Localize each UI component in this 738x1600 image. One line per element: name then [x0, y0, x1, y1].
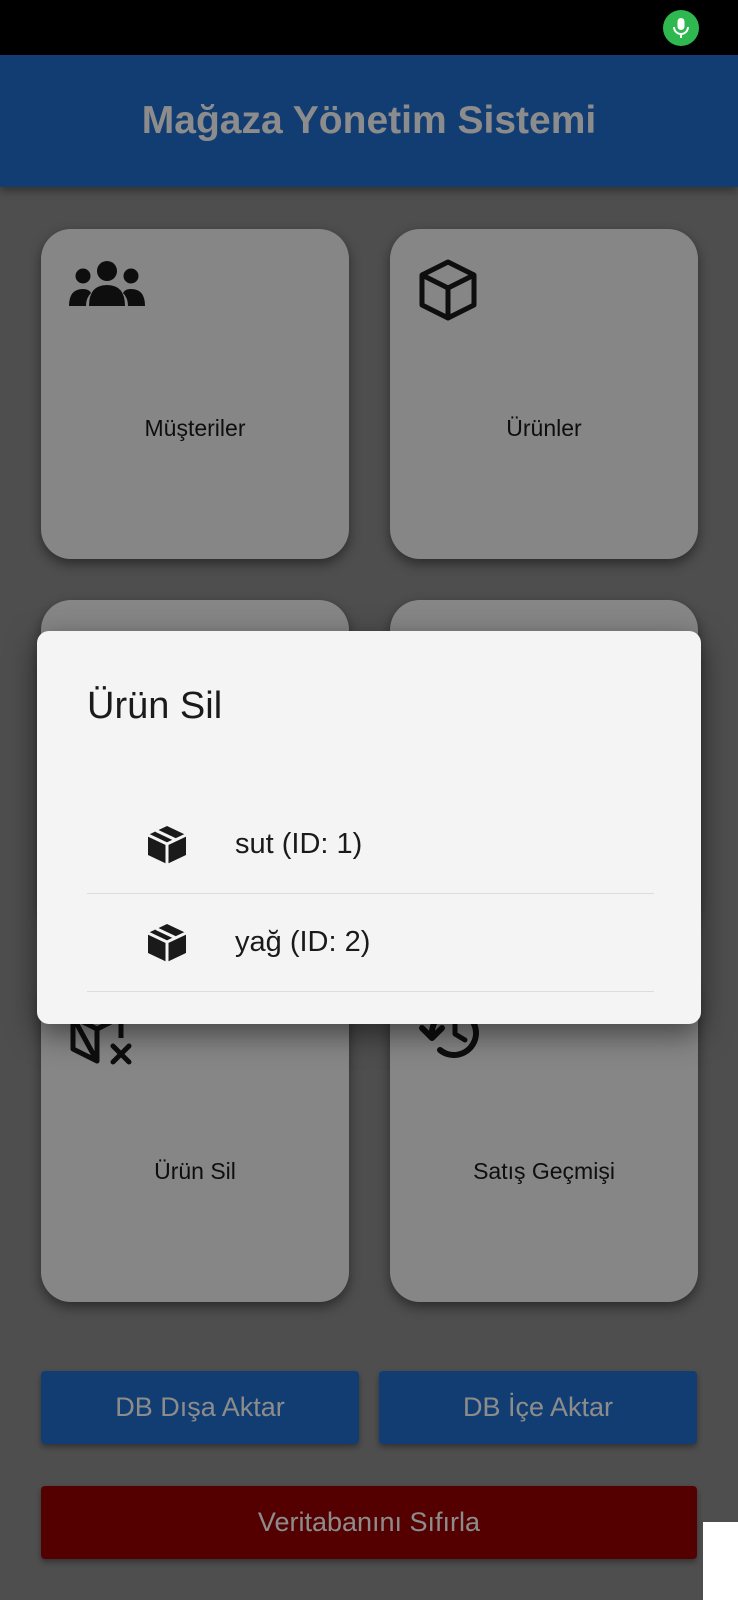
box-icon [145, 823, 189, 867]
status-bar [0, 0, 738, 55]
list-item[interactable]: yağ (ID: 2) [87, 894, 654, 992]
box-icon [145, 921, 189, 965]
dialog-title: Ürün Sil [87, 685, 223, 727]
navigation-bar-stub [703, 1522, 738, 1600]
list-item[interactable]: sut (ID: 1) [87, 796, 654, 894]
microphone-icon [663, 10, 699, 46]
list-item-label: yağ (ID: 2) [235, 926, 371, 958]
list-item-label: sut (ID: 1) [235, 828, 363, 860]
delete-product-dialog: Ürün Sil sut (ID: 1) yağ (ID: 2) [37, 631, 701, 1024]
